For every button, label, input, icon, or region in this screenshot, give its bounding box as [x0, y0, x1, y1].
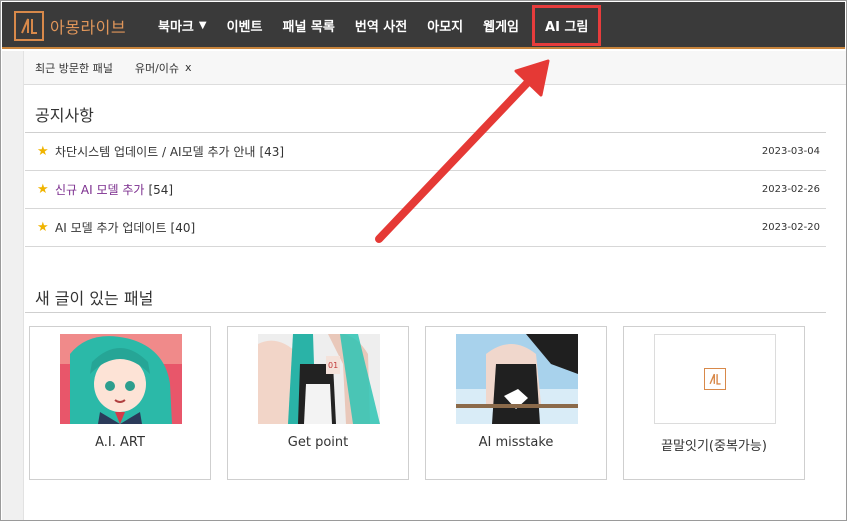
panel-thumbnail: [456, 334, 578, 424]
logo-mark-icon: [14, 11, 44, 41]
nav-panel-list[interactable]: 패널 목록: [272, 2, 344, 49]
panel-card-get-point[interactable]: 01 Get point: [227, 326, 409, 480]
panel-thumbnail: 01: [258, 334, 380, 424]
notice-list: ★ 차단시스템 업데이트 / AI모델 추가 안내 [43] 2023-03-0…: [25, 132, 826, 247]
section-divider: [25, 312, 826, 313]
nav-ai-drawing[interactable]: AI 그림: [529, 2, 604, 49]
caret-down-icon: ▼: [198, 20, 207, 31]
notice-row[interactable]: ★ 신규 AI 모델 추가 [54] 2023-02-26: [25, 171, 826, 209]
notices-heading: 공지사항: [35, 106, 94, 125]
notice-date: 2023-02-20: [761, 222, 820, 233]
nav-bookmark-label: 북마크: [158, 20, 194, 35]
panel-card-ai-misstake[interactable]: AI misstake: [425, 326, 607, 480]
panel-thumbnail: [60, 334, 182, 424]
comment-count: [40]: [170, 220, 196, 235]
notice-date: 2023-03-04: [761, 146, 820, 157]
star-icon: ★: [37, 144, 49, 159]
nav-amoji[interactable]: 아모지: [417, 2, 473, 49]
comment-count: [54]: [148, 182, 174, 197]
panel-card-label: 끝말잇기(중복가능): [661, 439, 767, 454]
notice-row[interactable]: ★ AI 모델 추가 업데이트 [40] 2023-02-20: [25, 209, 826, 247]
site-name: 아몽라이브: [50, 18, 127, 37]
comment-count: [43]: [259, 144, 285, 159]
notice-title[interactable]: 차단시스템 업데이트 / AI모델 추가 안내: [55, 143, 255, 160]
star-icon: ★: [37, 182, 49, 197]
top-navbar: 아몽라이브 북마크 ▼ 이벤트 패널 목록 번역 사전 아모지 웹게임 AI 그…: [2, 2, 845, 49]
panel-card-label: A.I. ART: [95, 435, 145, 450]
logo-mark-icon: [704, 368, 726, 390]
nav-event[interactable]: 이벤트: [217, 2, 273, 49]
nav-bookmark[interactable]: 북마크 ▼: [148, 2, 217, 49]
notice-row[interactable]: ★ 차단시스템 업데이트 / AI모델 추가 안내 [43] 2023-03-0…: [25, 133, 826, 171]
recent-panel-tag[interactable]: 유머/이슈: [135, 60, 179, 76]
panel-card-label: Get point: [287, 435, 349, 450]
notice-title[interactable]: 신규 AI 모델 추가: [55, 181, 144, 198]
close-icon[interactable]: x: [185, 61, 192, 74]
site-logo[interactable]: 아몽라이브: [14, 10, 126, 42]
new-posts-panels-heading: 새 글이 있는 패널: [35, 289, 154, 308]
panel-card-label: AI misstake: [478, 435, 554, 450]
nav-webgame[interactable]: 웹게임: [473, 2, 529, 49]
panel-thumbnail: [654, 334, 776, 424]
recent-panels-bar: 최근 방문한 패널 유머/이슈 x: [24, 51, 846, 85]
nav-translation-dict[interactable]: 번역 사전: [345, 2, 417, 49]
nav-menu: 북마크 ▼ 이벤트 패널 목록 번역 사전 아모지 웹게임 AI 그림: [148, 2, 604, 49]
svg-text:01: 01: [328, 361, 338, 370]
notice-title[interactable]: AI 모델 추가 업데이트: [55, 219, 167, 236]
left-gutter: [2, 51, 24, 520]
star-icon: ★: [37, 220, 49, 235]
browser-frame: 아몽라이브 북마크 ▼ 이벤트 패널 목록 번역 사전 아모지 웹게임 AI 그…: [0, 0, 847, 521]
recent-panels-label: 최근 방문한 패널: [35, 61, 113, 75]
panel-card-word-chain[interactable]: 끝말잇기(중복가능): [623, 326, 805, 480]
notice-date: 2023-02-26: [761, 184, 820, 195]
panel-card-ai-art[interactable]: A.I. ART: [29, 326, 211, 480]
